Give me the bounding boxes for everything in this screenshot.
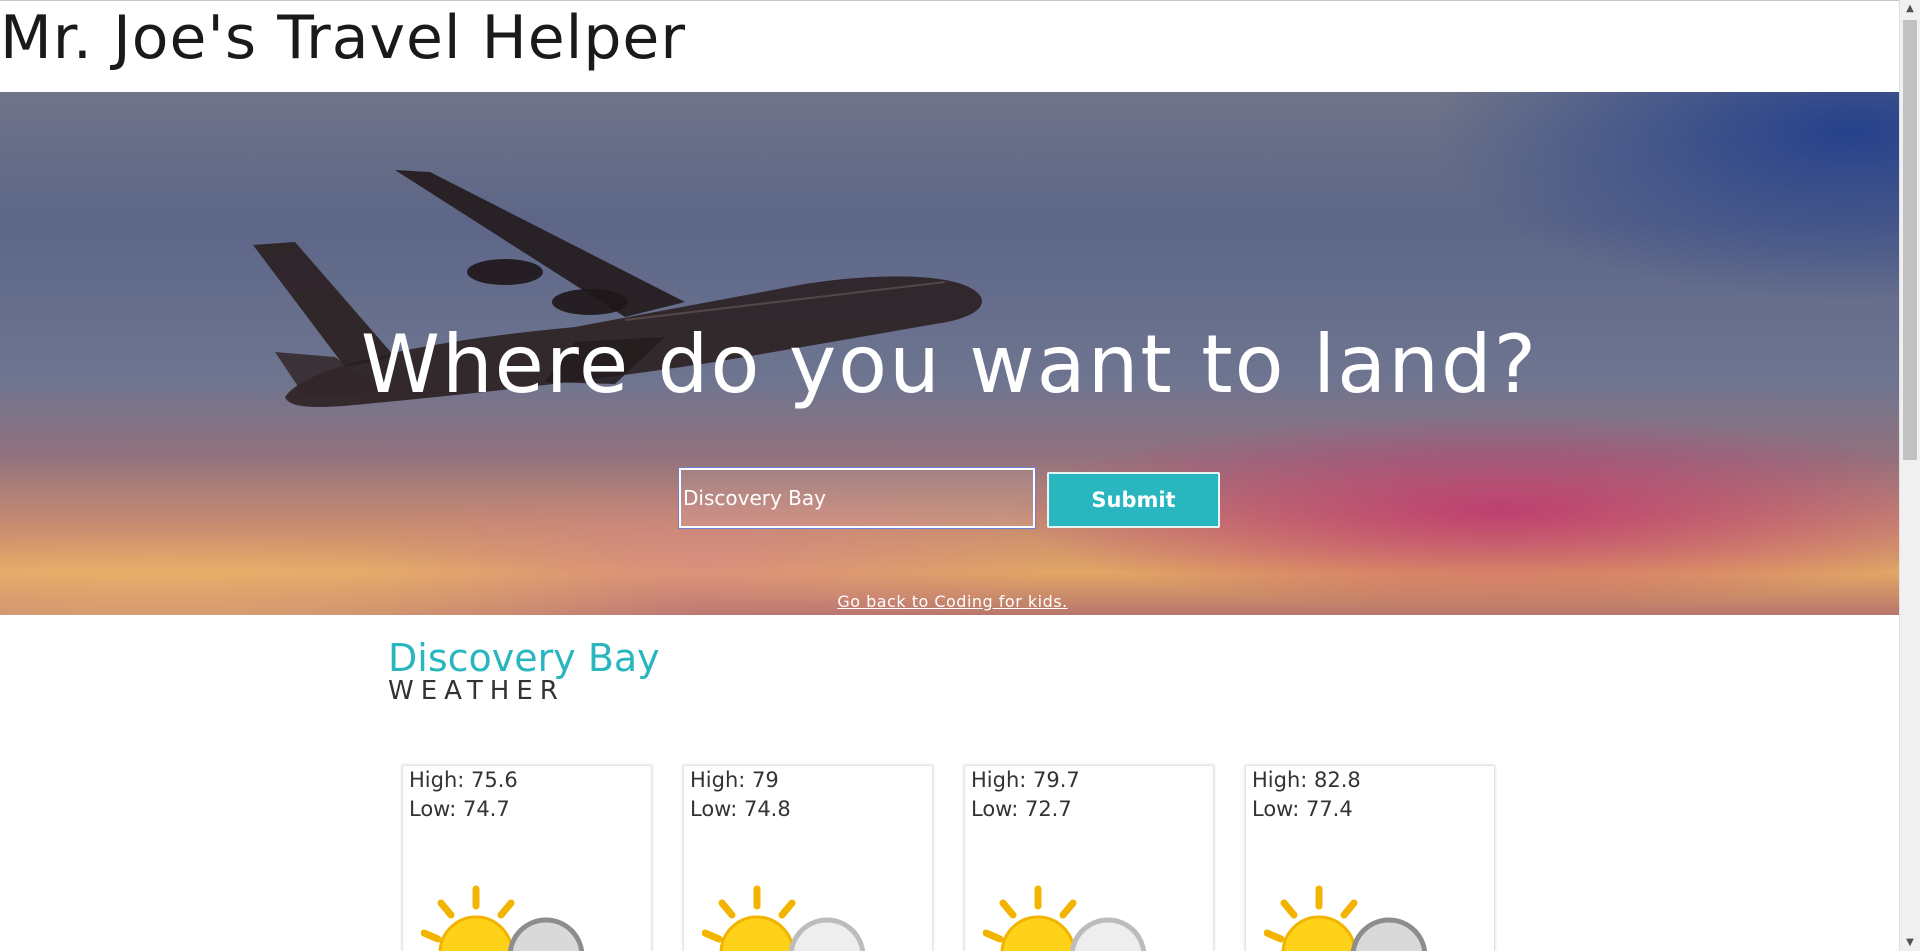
forecast-high: High: 82.8 — [1252, 768, 1361, 792]
forecast-high: High: 79.7 — [971, 768, 1080, 792]
forecast-high: High: 79 — [690, 768, 779, 792]
partly-cloudy-icon — [421, 885, 585, 951]
scroll-up-arrow-icon[interactable]: ▲ — [1900, 0, 1920, 17]
forecast-low: Low: 77.4 — [1252, 797, 1353, 821]
forecast-low: Low: 72.7 — [971, 797, 1072, 821]
forecast-card: High: 79 Low: 74.8 — [683, 765, 933, 951]
partly-cloudy-icon — [1264, 885, 1428, 951]
partly-cloudy-icon — [983, 885, 1147, 951]
weather-section-label: WEATHER — [388, 676, 565, 706]
partly-cloudy-icon — [702, 885, 866, 951]
coding-for-kids-link[interactable]: Go back to Coding for kids. — [0, 592, 1899, 611]
forecast-card: High: 75.6 Low: 74.7 — [402, 765, 652, 951]
scroll-down-arrow-icon[interactable]: ▼ — [1900, 934, 1920, 951]
forecast-card: High: 79.7 Low: 72.7 — [964, 765, 1214, 951]
hero-heading: Where do you want to land? — [360, 318, 1539, 411]
forecast-card: High: 82.8 Low: 77.4 — [1245, 765, 1495, 951]
forecast-high: High: 75.6 — [409, 768, 518, 792]
scroll-thumb[interactable] — [1903, 20, 1917, 460]
forecast-low: Low: 74.8 — [690, 797, 791, 821]
site-title: Mr. Joe's Travel Helper — [0, 3, 687, 73]
destination-search-input[interactable]: Discovery Bay — [678, 467, 1036, 529]
hero-banner: Where do you want to land? Discovery Bay… — [0, 92, 1899, 615]
forecast-low: Low: 74.7 — [409, 797, 510, 821]
weather-city-name: Discovery Bay — [388, 636, 660, 680]
submit-button[interactable]: Submit — [1047, 472, 1220, 528]
vertical-scrollbar[interactable]: ▲ ▼ — [1899, 0, 1920, 951]
top-border — [0, 0, 1899, 1]
page: Mr. Joe's Travel Helper Where do you wan… — [0, 0, 1899, 951]
